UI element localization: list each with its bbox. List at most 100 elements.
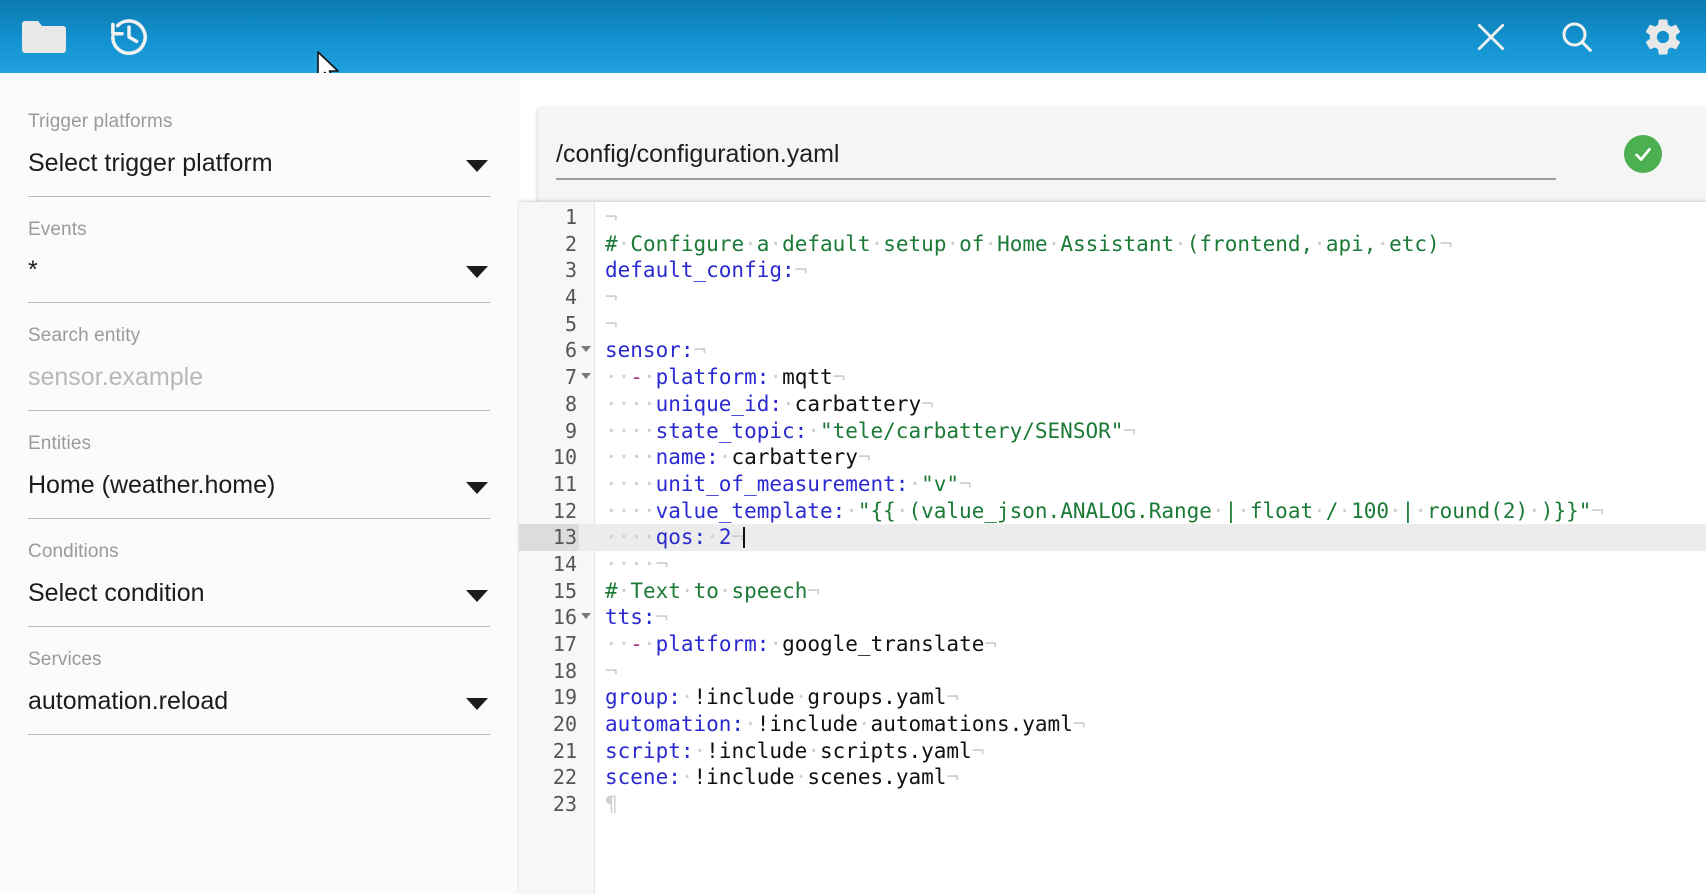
- line-number: 19: [552, 685, 577, 710]
- code-line[interactable]: 17 ··-·platform:·google_translate¬: [519, 631, 1706, 658]
- line-number: 13: [519, 524, 579, 551]
- line-number: 16: [552, 605, 577, 630]
- code-lines[interactable]: 1 ¬ 2 #·Configure·a·default·setup·of·Home·A…: [519, 202, 1706, 818]
- select-services[interactable]: automation.reload: [28, 686, 490, 735]
- line-number: 21: [552, 738, 577, 763]
- chevron-down-icon[interactable]: [466, 160, 488, 172]
- line-number: 14: [552, 551, 577, 576]
- code-line[interactable]: 1 ¬: [519, 204, 1706, 231]
- code-line[interactable]: 3 default_config:¬: [519, 257, 1706, 284]
- code-line[interactable]: 14 ····¬: [519, 551, 1706, 578]
- code-line[interactable]: 10 ····name:·carbattery¬: [519, 444, 1706, 471]
- line-number: 20: [552, 712, 577, 737]
- field-conditions: Conditions Select condition: [28, 541, 490, 627]
- code-text: ¶: [605, 792, 618, 817]
- code-line[interactable]: 7 ··-·platform:·mqtt¬: [519, 364, 1706, 391]
- code-line[interactable]: 8 ····unique_id:·carbattery¬: [519, 391, 1706, 418]
- line-number: 9: [564, 418, 577, 443]
- line-number: 18: [552, 658, 577, 683]
- code-line[interactable]: 20 automation:·!include·automations.yaml¬: [519, 711, 1706, 738]
- chevron-down-icon[interactable]: [466, 481, 488, 494]
- fold-toggle-icon[interactable]: [581, 613, 591, 620]
- select-trigger-platform[interactable]: Select trigger platform: [28, 151, 490, 197]
- valid-check-badge: [1624, 135, 1662, 173]
- header-divider: [556, 178, 1556, 180]
- line-number: 12: [552, 498, 577, 523]
- code-text: ¬: [605, 658, 618, 683]
- search-icon[interactable]: [1534, 0, 1620, 73]
- code-line[interactable]: 15 #·Text·to·speech¬: [519, 578, 1706, 605]
- code-line[interactable]: 13 ····qos:·2¬: [519, 524, 1706, 551]
- code-text: ····state_topic:·"tele/carbattery/SENSOR…: [605, 418, 1137, 443]
- field-label: Search entity: [28, 324, 141, 346]
- code-text: ¬: [605, 205, 618, 229]
- line-number: 4: [564, 285, 577, 310]
- select-events[interactable]: *: [28, 256, 490, 303]
- code-text: tts:¬: [605, 605, 669, 630]
- field-label: Conditions: [28, 540, 119, 562]
- code-text: ··-·platform:·google_translate¬: [605, 632, 998, 656]
- chevron-down-icon[interactable]: [466, 697, 488, 710]
- field-value: automation.reload: [28, 686, 229, 715]
- search-entity-input-row[interactable]: sensor.example: [28, 364, 490, 411]
- code-line[interactable]: 23 ¶: [519, 791, 1706, 818]
- code-text: #·Configure·a·default·setup·of·Home·Assi…: [605, 231, 1453, 256]
- code-line[interactable]: 18 ¬: [519, 658, 1706, 685]
- history-icon[interactable]: [86, 0, 172, 73]
- field-value: Select condition: [28, 578, 205, 607]
- close-icon[interactable]: [1448, 0, 1534, 73]
- field-label: Trigger platforms: [28, 111, 173, 132]
- line-number: 23: [552, 792, 577, 817]
- line-number: 2: [564, 231, 577, 256]
- trigger-form-sidebar: Trigger platforms Select trigger platfor…: [0, 73, 520, 894]
- fold-toggle-icon[interactable]: [581, 346, 591, 353]
- code-text: default_config:¬: [605, 258, 808, 283]
- code-text: ····unique_id:·carbattery¬: [605, 391, 934, 416]
- gear-icon[interactable]: [1620, 0, 1706, 73]
- code-text: ····qos:·2¬: [605, 525, 746, 550]
- code-line[interactable]: 21 script:·!include·scripts.yaml¬: [519, 738, 1706, 765]
- code-text: ····¬: [605, 551, 669, 576]
- line-number: 17: [552, 632, 577, 656]
- code-line[interactable]: 5 ¬: [519, 311, 1706, 338]
- code-line[interactable]: 9 ····state_topic:·"tele/carbattery/SENSO…: [519, 418, 1706, 445]
- code-line[interactable]: 16 tts:¬: [519, 604, 1706, 631]
- line-number: 10: [552, 445, 577, 470]
- text-cursor: [743, 527, 746, 549]
- field-trigger-platforms: Trigger platforms Select trigger platfor…: [28, 111, 490, 197]
- field-value: Home (weather.home): [28, 470, 276, 499]
- field-search-entity: Search entity sensor.example: [28, 325, 490, 411]
- chevron-down-icon[interactable]: [466, 589, 488, 602]
- file-path: /config/configuration.yaml: [556, 139, 840, 168]
- code-text: ····name:·carbattery¬: [605, 445, 871, 470]
- code-line[interactable]: 11 ····unit_of_measurement:·"v"¬: [519, 471, 1706, 498]
- line-number: 6: [564, 338, 577, 363]
- select-entities[interactable]: Home (weather.home): [28, 470, 490, 519]
- code-line[interactable]: 12 ····value_template:·"{{·(value_json.AN…: [519, 498, 1706, 525]
- code-line[interactable]: 22 scene:·!include·scenes.yaml¬: [519, 764, 1706, 791]
- line-number: 5: [564, 311, 577, 336]
- code-text: #·Text·to·speech¬: [605, 578, 821, 603]
- field-label: Entities: [28, 432, 92, 454]
- code-line[interactable]: 19 group:·!include·groups.yaml¬: [519, 684, 1706, 711]
- fold-toggle-icon[interactable]: [581, 373, 591, 380]
- chevron-down-icon[interactable]: [466, 265, 488, 278]
- toolbar-right-group: [1448, 0, 1706, 73]
- folder-icon[interactable]: [0, 0, 86, 73]
- field-value: *: [28, 256, 38, 284]
- code-line[interactable]: 4 ¬: [519, 284, 1706, 311]
- code-editor[interactable]: 1 ¬ 2 #·Configure·a·default·setup·of·Home·A…: [519, 202, 1706, 894]
- toolbar-left-group: [0, 0, 172, 73]
- search-entity-input[interactable]: sensor.example: [28, 364, 203, 390]
- field-value: Select trigger platform: [28, 149, 273, 177]
- line-number: 22: [552, 765, 577, 790]
- app-root: Trigger platforms Select trigger platfor…: [0, 0, 1706, 894]
- select-condition[interactable]: Select condition: [28, 578, 490, 627]
- check-icon: [1624, 135, 1662, 173]
- code-line[interactable]: 6 sensor:¬: [519, 337, 1706, 364]
- code-text: ····value_template:·"{{·(value_json.ANAL…: [605, 498, 1605, 523]
- line-number: 1: [564, 205, 577, 229]
- line-number: 11: [552, 471, 577, 496]
- code-line[interactable]: 2 #·Configure·a·default·setup·of·Home·Ass…: [519, 231, 1706, 258]
- line-number: 7: [564, 365, 577, 390]
